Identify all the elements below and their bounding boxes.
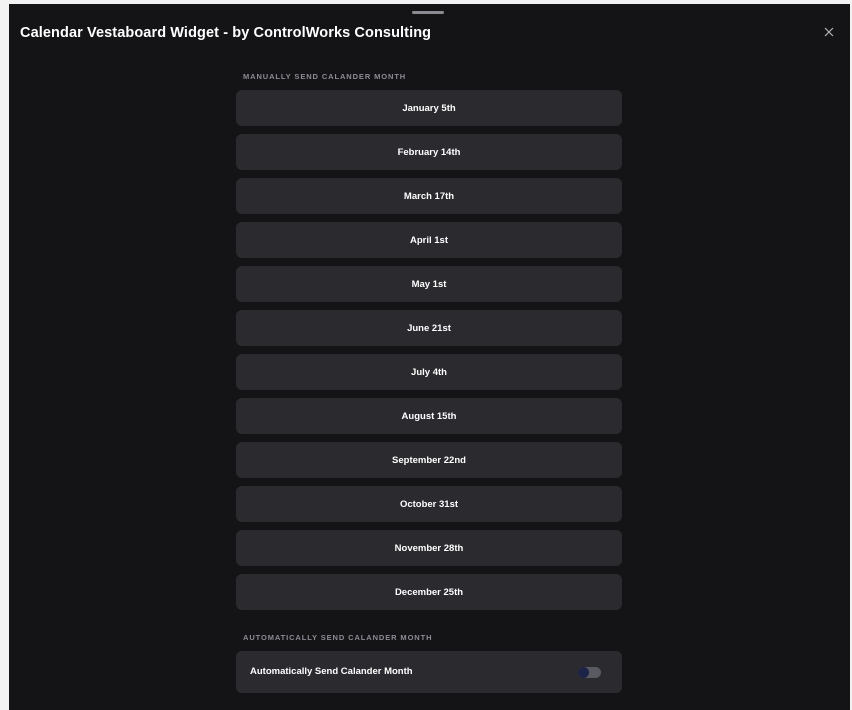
month-button-july[interactable]: July 4th [236, 354, 622, 390]
month-button-december[interactable]: December 25th [236, 574, 622, 610]
toggle-knob [578, 667, 589, 678]
month-button-november[interactable]: November 28th [236, 530, 622, 566]
auto-section-heading: AUTOMATICALLY SEND CALANDER MONTH [243, 633, 433, 642]
month-button-january[interactable]: January 5th [236, 90, 622, 126]
month-button-february[interactable]: February 14th [236, 134, 622, 170]
close-icon-graphic [824, 27, 834, 37]
drag-handle[interactable] [412, 11, 444, 14]
month-button-may[interactable]: May 1st [236, 266, 622, 302]
auto-send-label: Automatically Send Calander Month [250, 666, 413, 677]
month-button-march[interactable]: March 17th [236, 178, 622, 214]
manual-section-heading: MANUALLY SEND CALANDER MONTH [243, 72, 407, 81]
close-icon[interactable] [821, 24, 837, 40]
month-button-october[interactable]: October 31st [236, 486, 622, 522]
auto-send-row: Automatically Send Calander Month [236, 651, 622, 693]
month-button-april[interactable]: April 1st [236, 222, 622, 258]
month-button-list: January 5th February 14th March 17th Apr… [236, 90, 622, 618]
month-button-august[interactable]: August 15th [236, 398, 622, 434]
widget-modal: Calendar Vestaboard Widget - by ControlW… [9, 4, 850, 710]
window-title: Calendar Vestaboard Widget - by ControlW… [20, 25, 432, 41]
month-button-june[interactable]: June 21st [236, 310, 622, 346]
auto-send-toggle[interactable] [578, 667, 601, 678]
month-button-september[interactable]: September 22nd [236, 442, 622, 478]
